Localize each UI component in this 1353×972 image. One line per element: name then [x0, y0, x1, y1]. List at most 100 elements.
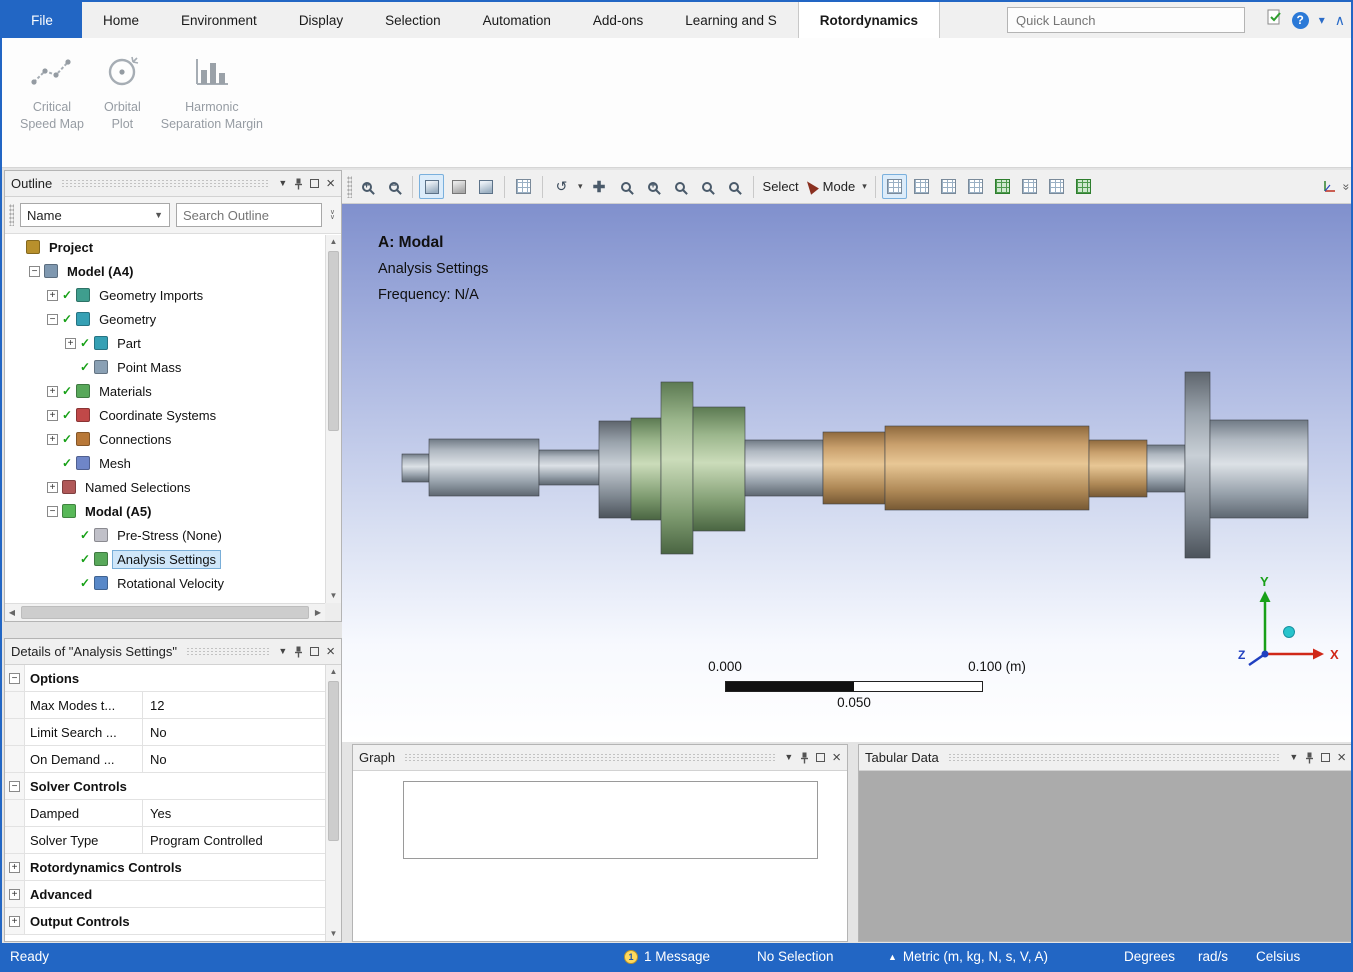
- zoom-in-icon[interactable]: [354, 174, 379, 199]
- details-vertical-scrollbar[interactable]: ▲ ▼: [325, 665, 341, 941]
- critical-speed-map-button[interactable]: CriticalSpeed Map: [10, 48, 94, 140]
- edge-filter-icon[interactable]: [936, 174, 961, 199]
- tab-file[interactable]: File: [2, 2, 82, 38]
- collapse-icon[interactable]: −: [9, 673, 20, 684]
- tree-item-analysis-settings[interactable]: ✓Analysis Settings: [5, 547, 325, 571]
- toolbar-handle[interactable]: [347, 176, 352, 198]
- tree-item-geometry[interactable]: −✓Geometry: [5, 307, 325, 331]
- toolbar-overflow-icon[interactable]: »: [1340, 183, 1353, 190]
- outline-vertical-scrollbar[interactable]: ▲ ▼: [325, 235, 341, 603]
- status-angles[interactable]: Degrees: [1124, 943, 1175, 970]
- search-outline-input[interactable]: [176, 203, 322, 227]
- scrollbar-thumb[interactable]: [328, 251, 339, 431]
- tree-item-coordinate-systems[interactable]: +✓Coordinate Systems: [5, 403, 325, 427]
- details-section-advanced[interactable]: + Advanced: [5, 881, 325, 908]
- rotor-model[interactable]: Y X Z: [342, 204, 1353, 742]
- tree-item-named-selections[interactable]: +Named Selections: [5, 475, 325, 499]
- name-filter-dropdown[interactable]: Name ▼: [20, 203, 170, 227]
- single-select-filter-icon[interactable]: [882, 174, 907, 199]
- scroll-up-icon[interactable]: ▲: [326, 235, 341, 249]
- rotate-icon[interactable]: ↺: [549, 174, 574, 199]
- magnifier-icon[interactable]: [668, 174, 693, 199]
- tab-home[interactable]: Home: [82, 2, 160, 38]
- graph-panel-header[interactable]: Graph ▼ ×: [353, 745, 847, 771]
- pan-icon[interactable]: ✚: [587, 174, 612, 199]
- mode-dropdown-icon[interactable]: ▾: [860, 181, 869, 192]
- pin-icon[interactable]: [800, 752, 809, 764]
- rotate-dropdown-icon[interactable]: ▾: [576, 181, 585, 192]
- body-filter-icon[interactable]: [990, 174, 1015, 199]
- element-filter-icon[interactable]: [1044, 174, 1069, 199]
- tree-item-point-mass[interactable]: ✓Point Mass: [5, 355, 325, 379]
- scrollbar-thumb[interactable]: [328, 681, 339, 841]
- tree-item-materials[interactable]: +✓Materials: [5, 379, 325, 403]
- collapse-icon[interactable]: −: [29, 266, 40, 277]
- expand-icon[interactable]: +: [9, 862, 20, 873]
- collapse-icon[interactable]: −: [47, 506, 58, 517]
- tree-item-model[interactable]: −Model (A4): [5, 259, 325, 283]
- outline-horizontal-scrollbar[interactable]: ◀ ▶: [5, 603, 325, 621]
- help-dropdown-icon[interactable]: ▾: [1319, 13, 1325, 27]
- float-icon[interactable]: [310, 647, 319, 656]
- status-selection[interactable]: No Selection: [757, 943, 834, 970]
- help-icon[interactable]: ?: [1292, 12, 1309, 29]
- expand-icon[interactable]: +: [9, 916, 20, 927]
- vertex-filter-icon[interactable]: [909, 174, 934, 199]
- scrollbar-thumb[interactable]: [21, 606, 309, 619]
- expand-icon[interactable]: +: [9, 889, 20, 900]
- collapse-ribbon-icon[interactable]: ∧: [1335, 12, 1345, 29]
- overflow-chevrons-icon[interactable]: ∨∨: [328, 210, 337, 220]
- tabular-data-header[interactable]: Tabular Data ▼ ×: [859, 745, 1352, 771]
- status-rotational-velocity[interactable]: rad/s: [1198, 943, 1228, 970]
- close-icon[interactable]: ×: [1337, 750, 1346, 765]
- details-section-solver-controls[interactable]: − Solver Controls: [5, 773, 325, 800]
- tree-item-mesh[interactable]: ✓Mesh: [5, 451, 325, 475]
- tab-add-ons[interactable]: Add-ons: [572, 2, 664, 38]
- status-units[interactable]: ▲ Metric (m, kg, N, s, V, A): [888, 943, 1048, 970]
- close-icon[interactable]: ×: [326, 176, 335, 191]
- tab-display[interactable]: Display: [278, 2, 364, 38]
- status-temperature[interactable]: Celsius: [1256, 943, 1300, 970]
- details-panel-header[interactable]: Details of "Analysis Settings" ▼ ×: [5, 639, 341, 665]
- mode-dropdown-label[interactable]: Mode: [820, 179, 859, 194]
- scroll-up-icon[interactable]: ▲: [326, 665, 341, 679]
- panel-menu-icon[interactable]: ▼: [278, 647, 287, 656]
- float-icon[interactable]: [1321, 753, 1330, 762]
- float-icon[interactable]: [816, 753, 825, 762]
- tree-item-project[interactable]: Project: [5, 235, 325, 259]
- status-messages[interactable]: 1 1 Message: [624, 943, 710, 970]
- graphics-viewport[interactable]: Y X Z A: Modal Analysis Settings Frequen…: [342, 204, 1353, 742]
- harmonic-separation-margin-button[interactable]: HarmonicSeparation Margin: [151, 48, 273, 140]
- tree-item-connections[interactable]: +✓Connections: [5, 427, 325, 451]
- tab-environment[interactable]: Environment: [160, 2, 278, 38]
- float-icon[interactable]: [310, 179, 319, 188]
- shaded-exterior-icon[interactable]: [419, 174, 444, 199]
- collapse-icon[interactable]: −: [9, 781, 20, 792]
- scroll-down-icon[interactable]: ▼: [326, 927, 341, 941]
- quick-launch-input[interactable]: [1007, 7, 1245, 33]
- orbital-plot-button[interactable]: OrbitalPlot: [94, 48, 151, 140]
- select-mode-label[interactable]: Select: [760, 179, 802, 194]
- expand-icon[interactable]: +: [47, 434, 58, 445]
- section-view-icon[interactable]: [473, 174, 498, 199]
- doc-check-icon[interactable]: [1267, 9, 1282, 31]
- wireframe-icon[interactable]: [446, 174, 471, 199]
- expand-icon[interactable]: +: [65, 338, 76, 349]
- tab-selection[interactable]: Selection: [364, 2, 462, 38]
- close-icon[interactable]: ×: [326, 644, 335, 659]
- scroll-right-icon[interactable]: ▶: [311, 604, 325, 621]
- mesh-filter-icon[interactable]: [1071, 174, 1096, 199]
- scroll-left-icon[interactable]: ◀: [5, 604, 19, 621]
- zoom-box-icon[interactable]: [614, 174, 639, 199]
- next-view-icon[interactable]: [722, 174, 747, 199]
- scroll-down-icon[interactable]: ▼: [326, 589, 341, 603]
- toolbar-handle[interactable]: [9, 204, 14, 226]
- expand-icon[interactable]: +: [47, 482, 58, 493]
- tree-item-modal[interactable]: −Modal (A5): [5, 499, 325, 523]
- pin-icon[interactable]: [294, 646, 303, 658]
- expand-icon[interactable]: +: [47, 410, 58, 421]
- tab-rotordynamics[interactable]: Rotordynamics: [798, 2, 940, 38]
- panel-menu-icon[interactable]: ▼: [784, 753, 793, 762]
- axis-triad-icon[interactable]: [1316, 174, 1341, 199]
- tree-item-geometry-imports[interactable]: +✓Geometry Imports: [5, 283, 325, 307]
